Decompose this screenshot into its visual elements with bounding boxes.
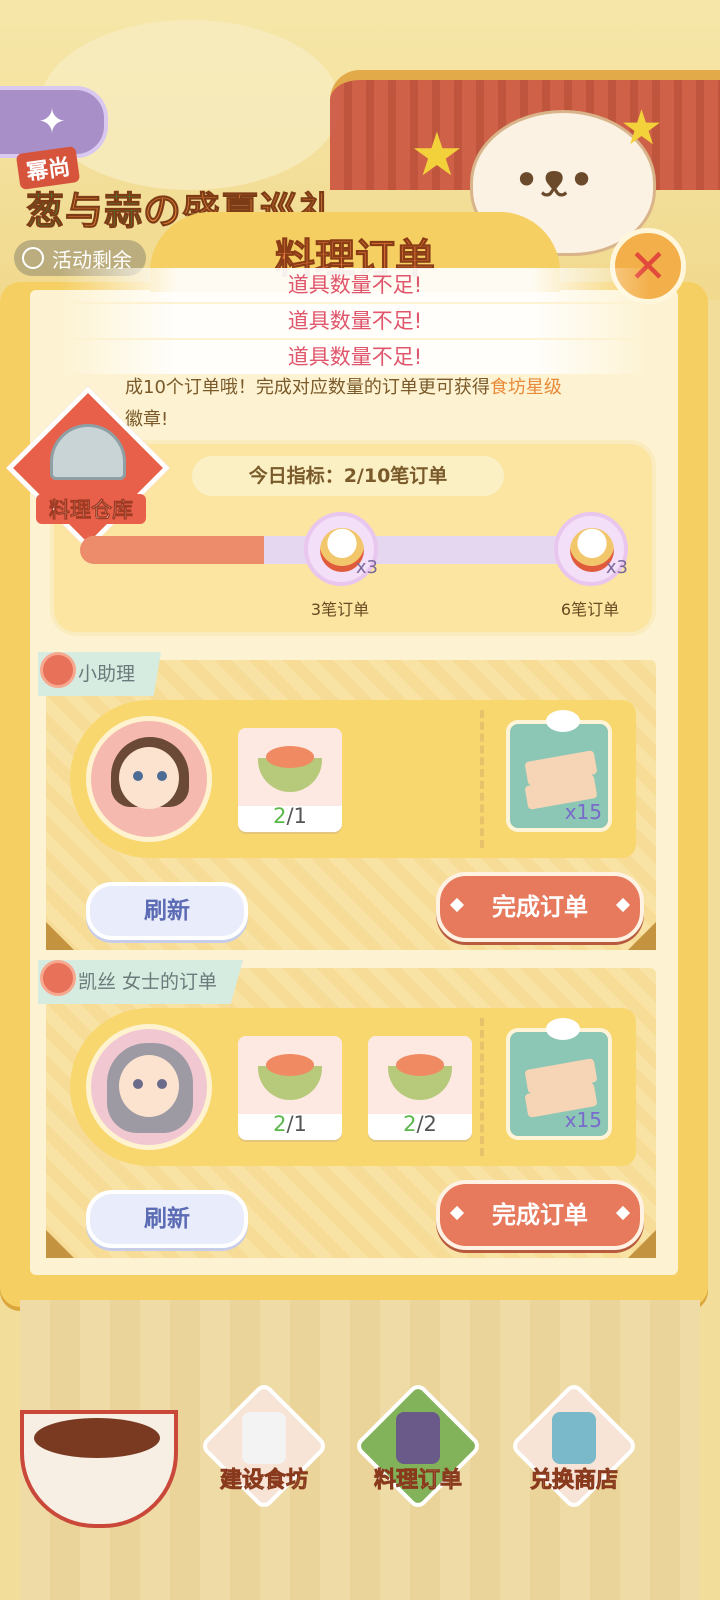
have-count: 2 [273, 1112, 287, 1136]
have-count: 2 [273, 804, 287, 828]
event-title-part: 与 [65, 189, 105, 234]
clock-icon [22, 247, 44, 269]
order-card: 小助理 2/1 x15 刷新 完成订单 [38, 652, 656, 950]
desc-highlight: 食坊星级 [489, 377, 562, 398]
order-card: 凯丝 女士的订单 2/1 2/2 x15 刷新 完成订单 [38, 960, 656, 1258]
need-count: /1 [286, 804, 307, 828]
dish-count: 2/2 [368, 1112, 472, 1136]
refresh-button[interactable]: 刷新 [86, 1190, 248, 1248]
daily-target: 今日指标：2/10笔订单 [192, 456, 504, 496]
pin-icon [40, 652, 76, 688]
star-icon: ★ [620, 100, 664, 156]
toast-message: 道具数量不足! [60, 268, 650, 302]
card-corner [628, 922, 656, 950]
toast-message: 道具数量不足! [60, 304, 650, 338]
sparkle-back-icon: ✦ [37, 102, 67, 142]
desc-text: 成10个订单哦！完成对应数量的订单更可获得 [125, 377, 490, 398]
need-count: /1 [286, 1112, 307, 1136]
milestone-qty: x3 [355, 557, 378, 578]
eye-shape [157, 1079, 167, 1089]
warehouse-label: 料理仓库 [36, 494, 146, 524]
card-corner [46, 922, 74, 950]
face-shape [119, 1055, 179, 1117]
milestone-qty: x3 [605, 557, 628, 578]
divider [480, 1018, 484, 1156]
customer-avatar [86, 1024, 212, 1150]
gift-bow-icon [546, 1018, 580, 1040]
eye-shape [133, 771, 143, 781]
required-dish[interactable]: 2/2 [368, 1036, 472, 1140]
nav-build-kitchen[interactable]: 建设食坊 [198, 1380, 330, 1512]
progress-fill [80, 536, 264, 564]
back-button[interactable]: ✦ [0, 86, 108, 158]
soup-shape [34, 1418, 160, 1458]
required-dish[interactable]: 2/1 [238, 728, 342, 832]
customer-avatar [86, 716, 212, 842]
order-row: 2/1 2/2 x15 [70, 1008, 636, 1166]
order-description: 成10个订单哦！完成对应数量的订单更可获得食坊星级 徽章! [125, 372, 585, 436]
dish-count: 2/1 [238, 804, 342, 828]
required-dish[interactable]: 2/1 [238, 1036, 342, 1140]
reward-qty: x15 [564, 800, 602, 824]
order-row: 2/1 x15 [70, 700, 636, 858]
chef-hat-icon [242, 1412, 286, 1464]
milestone-reward-2[interactable]: x3 [554, 512, 628, 586]
clipboard-icon [396, 1412, 440, 1464]
reward-item[interactable]: x15 [506, 1018, 612, 1140]
star-icon: ★ [410, 120, 464, 190]
refresh-button[interactable]: 刷新 [86, 882, 248, 940]
eye-shape [157, 771, 167, 781]
hamster-face-icon: •ᴥ• [513, 153, 596, 207]
card-corner [628, 1230, 656, 1258]
have-count: 2 [403, 1112, 417, 1136]
milestone-label: 3笔订单 [310, 600, 370, 619]
face-shape [119, 747, 179, 809]
nav-exchange-shop[interactable]: 兑换商店 [508, 1380, 640, 1512]
event-title-part: 蒜 [104, 189, 144, 234]
pin-icon [40, 960, 76, 996]
eye-shape [133, 1079, 143, 1089]
event-title-part: 葱 [25, 189, 66, 234]
dish-count: 2/1 [238, 1112, 342, 1136]
divider [480, 710, 484, 848]
milestone-label: 6笔订单 [560, 600, 620, 619]
desc-text: 徽章! [125, 409, 169, 430]
complete-order-button[interactable]: 完成订单 [436, 1180, 644, 1250]
milestone-reward-1[interactable]: x3 [304, 512, 378, 586]
shop-icon [552, 1412, 596, 1464]
card-corner [46, 1230, 74, 1258]
complete-order-button[interactable]: 完成订单 [436, 872, 644, 942]
nav-label: 建设食坊 [219, 1468, 309, 1494]
gift-bow-icon [546, 710, 580, 732]
nav-label: 料理订单 [373, 1468, 463, 1494]
nav-label: 兑换商店 [529, 1468, 619, 1494]
reward-qty: x15 [564, 1108, 602, 1132]
reward-item[interactable]: x15 [506, 710, 612, 832]
need-count: /2 [416, 1112, 437, 1136]
toast-message: 道具数量不足! [60, 340, 650, 374]
nav-cooking-orders[interactable]: 料理订单 [352, 1380, 484, 1512]
